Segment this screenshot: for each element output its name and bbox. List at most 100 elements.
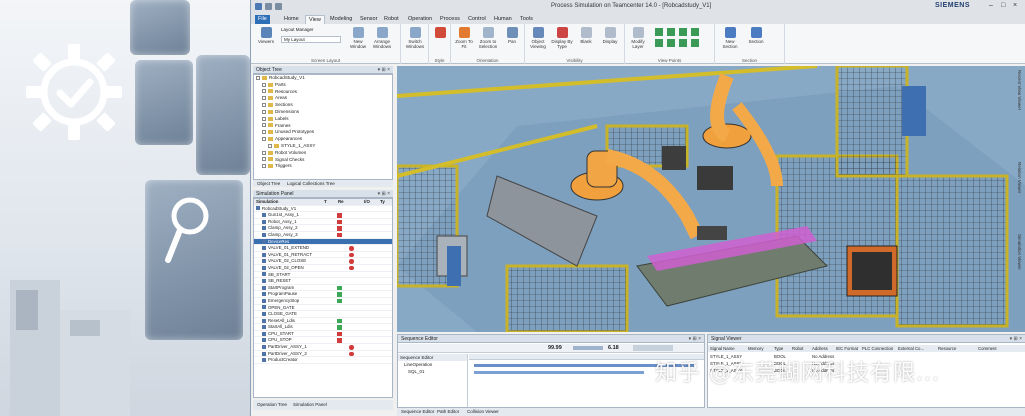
- tab-simulation-panel[interactable]: Simulation Panel: [293, 402, 327, 407]
- view-point-icons[interactable]: [655, 28, 711, 50]
- tree-item[interactable]: Resources: [254, 89, 392, 96]
- tab-human[interactable]: Human: [491, 15, 515, 24]
- red-status-marker[interactable]: [337, 213, 342, 218]
- tab-collision-viewer[interactable]: Collision Viewer: [467, 409, 499, 414]
- object-viewing-button[interactable]: Object Viewing: [527, 27, 549, 55]
- tree-item[interactable]: Sections: [254, 102, 392, 109]
- expand-toggle-icon[interactable]: [262, 136, 266, 141]
- viewpoint-icon[interactable]: [655, 39, 663, 47]
- panel-pin-close-icon[interactable]: ▾ ⊞ ×: [378, 191, 390, 197]
- tree-item[interactable]: RobcadStudy_V1: [254, 75, 392, 82]
- expand-toggle-icon[interactable]: [262, 96, 266, 101]
- green-status-marker[interactable]: [337, 292, 342, 297]
- simulation-row[interactable]: StartProgram: [254, 285, 392, 292]
- close-button[interactable]: ×: [1013, 2, 1017, 9]
- style-button[interactable]: [429, 27, 451, 55]
- expand-toggle-icon[interactable]: [262, 102, 266, 107]
- zoom-to-fit-button[interactable]: Zoom To Fit: [453, 27, 475, 55]
- simulation-row[interactable]: Gun1st_Assy_1: [254, 212, 392, 219]
- viewpoint-icon[interactable]: [691, 39, 699, 47]
- layout-manager-link[interactable]: Layout Manager: [281, 27, 314, 32]
- simulation-row[interactable]: OPEN_GATE: [254, 305, 392, 312]
- simulation-row[interactable]: ResetAll_Ldis: [254, 318, 392, 325]
- red-status-marker[interactable]: [337, 331, 342, 337]
- tree-item[interactable]: Triggers: [254, 163, 392, 170]
- tab-logical-collections[interactable]: Logical Collections Tree: [287, 181, 335, 186]
- simulation-row[interactable]: VALVE_02_CLOSE: [254, 258, 392, 265]
- red-status-marker[interactable]: [337, 219, 342, 225]
- playback-controls[interactable]: [633, 345, 673, 351]
- layout-select[interactable]: My Layout: [281, 36, 341, 43]
- tree-item[interactable]: Labels: [254, 116, 392, 123]
- simulation-row[interactable]: DeviceRes: [254, 238, 392, 246]
- save-icon[interactable]: [265, 3, 272, 10]
- red-status-marker[interactable]: [337, 338, 342, 343]
- tree-item[interactable]: STYLE_1_ASSY: [254, 143, 392, 150]
- simulation-row[interactable]: ProductCreator: [254, 357, 392, 364]
- sequence-row[interactable]: SQL_01: [398, 368, 467, 375]
- simulation-row[interactable]: Robot_Assy_1: [254, 219, 392, 226]
- expand-toggle-icon[interactable]: [262, 157, 266, 162]
- expand-toggle-icon[interactable]: [262, 116, 266, 121]
- viewpoint-icon[interactable]: [667, 39, 675, 47]
- tab-object-tree[interactable]: Object Tree: [257, 181, 280, 186]
- expand-toggle-icon[interactable]: [262, 164, 266, 169]
- tab-operation-tree[interactable]: Operation Tree: [257, 402, 287, 407]
- tab-file[interactable]: File: [255, 15, 270, 24]
- panel-pin-close-icon[interactable]: ▾ ⊞ ×: [378, 67, 390, 73]
- tree-item[interactable]: Robot Volumes: [254, 150, 392, 157]
- tab-home[interactable]: Home: [281, 15, 302, 24]
- expand-toggle-icon[interactable]: [268, 143, 272, 148]
- maximize-button[interactable]: □: [1001, 2, 1005, 9]
- expand-toggle-icon[interactable]: [262, 130, 266, 135]
- expand-toggle-icon[interactable]: [262, 109, 266, 114]
- simulation-row[interactable]: PartDriver_ASSY_2: [254, 351, 392, 358]
- section-button[interactable]: Section: [745, 27, 767, 55]
- viewpoint-icon[interactable]: [655, 28, 663, 36]
- arrange-windows-button[interactable]: Arrange Windows: [371, 27, 393, 55]
- viewpoint-icon[interactable]: [679, 39, 687, 47]
- minimize-button[interactable]: –: [989, 2, 993, 9]
- new-window-button[interactable]: New Window: [347, 27, 369, 55]
- tab-control[interactable]: Control: [465, 15, 489, 24]
- simulation-row[interactable]: SB_RESET: [254, 278, 392, 285]
- 3d-scene[interactable]: [397, 66, 1025, 332]
- red-status-marker[interactable]: [337, 226, 342, 231]
- simulation-row[interactable]: SB_START: [254, 272, 392, 279]
- expand-toggle-icon[interactable]: [262, 82, 266, 87]
- time-slider[interactable]: [573, 346, 603, 350]
- new-section-button[interactable]: New Section: [719, 27, 741, 55]
- expand-toggle-icon[interactable]: [262, 150, 266, 155]
- simulation-row[interactable]: StartAll_Ldis: [254, 324, 392, 331]
- green-status-marker[interactable]: [337, 325, 342, 330]
- tree-item[interactable]: Dimensions: [254, 109, 392, 116]
- pan-button[interactable]: Pan: [501, 27, 523, 55]
- sequence-row[interactable]: LineOperation: [398, 361, 467, 368]
- tree-item[interactable]: Parts: [254, 82, 392, 89]
- graphic-viewer[interactable]: Recent View Viewer Relation Viewer Simul…: [397, 66, 1025, 332]
- simulation-row[interactable]: VALVE_01_RETRACT: [254, 252, 392, 259]
- expand-toggle-icon[interactable]: [262, 123, 266, 128]
- tab-tools[interactable]: Tools: [517, 15, 536, 24]
- tab-process[interactable]: Process: [437, 15, 463, 24]
- tab-robot[interactable]: Robot: [381, 15, 402, 24]
- tab-modeling[interactable]: Modeling: [327, 15, 355, 24]
- simulation-row[interactable]: EmergencyStop: [254, 298, 392, 305]
- switch-windows-button[interactable]: Switch Windows: [404, 27, 426, 55]
- zoom-selection-button[interactable]: Zoom to Selection: [477, 27, 499, 55]
- tab-sensor[interactable]: Sensor: [357, 15, 380, 24]
- tab-sequence-editor[interactable]: Sequence Editor: [401, 409, 434, 414]
- panel-close-icon[interactable]: ▾ ⊞ ×: [1010, 336, 1022, 342]
- tree-item[interactable]: Areas: [254, 95, 392, 102]
- app-icon[interactable]: [255, 3, 262, 10]
- side-tab-relation-viewer[interactable]: Relation Viewer: [1010, 162, 1022, 232]
- display-by-type-button[interactable]: Display By Type: [551, 27, 573, 55]
- green-status-marker[interactable]: [337, 318, 342, 324]
- simulation-row[interactable]: VALVE_01_EXTEND: [254, 245, 392, 252]
- simulation-row[interactable]: Clamp_Assy_3: [254, 232, 392, 239]
- tab-operation[interactable]: Operation: [405, 15, 435, 24]
- simulation-row[interactable]: Clamp_Assy_2: [254, 225, 392, 232]
- undo-icon[interactable]: [275, 3, 282, 10]
- tree-item[interactable]: Frames: [254, 123, 392, 130]
- gantt-bar[interactable]: [474, 371, 644, 374]
